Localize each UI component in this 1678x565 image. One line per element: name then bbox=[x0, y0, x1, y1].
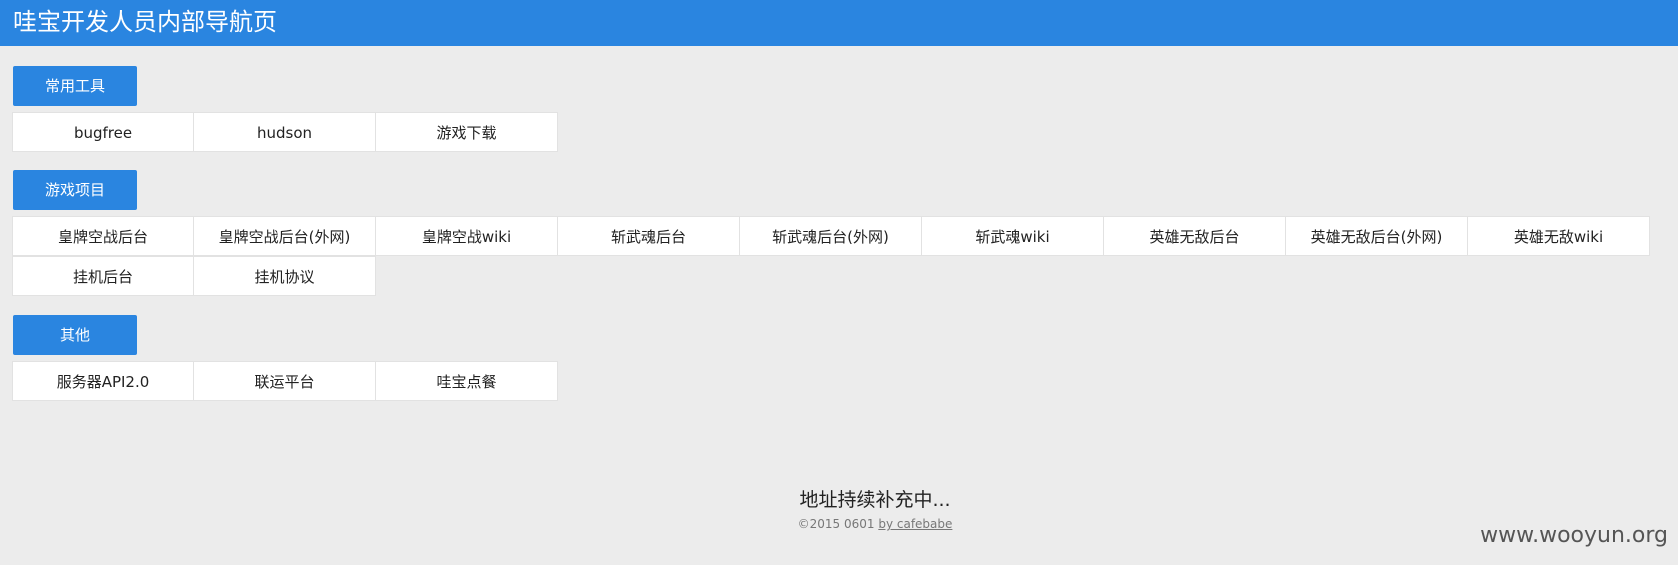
watermark-text: www.wooyun.org bbox=[1480, 523, 1668, 548]
link-heroes-wiki[interactable]: 英雄无敌wiki bbox=[1468, 216, 1650, 256]
link-idle-admin[interactable]: 挂机后台 bbox=[12, 256, 194, 296]
page-title: 哇宝开发人员内部导航页 bbox=[13, 8, 277, 36]
section-other-button[interactable]: 其他 bbox=[13, 315, 137, 355]
link-idle-protocol[interactable]: 挂机协议 bbox=[194, 256, 376, 296]
games-link-grid: 皇牌空战后台 皇牌空战后台(外网) 皇牌空战wiki 斩武魂后台 斩武魂后台(外… bbox=[12, 216, 1652, 296]
copyright-text: ©2015 0601 bbox=[797, 517, 875, 531]
link-server-api[interactable]: 服务器API2.0 bbox=[12, 361, 194, 401]
other-link-grid: 服务器API2.0 联运平台 哇宝点餐 bbox=[12, 361, 558, 401]
footer-copyright: ©2015 0601 by cafebabe bbox=[0, 516, 1678, 532]
top-header-bar: 哇宝开发人员内部导航页 bbox=[0, 0, 1678, 46]
link-zhanwuhun-admin[interactable]: 斩武魂后台 bbox=[558, 216, 740, 256]
link-game-download[interactable]: 游戏下载 bbox=[376, 112, 558, 152]
link-zhanwuhun-wiki[interactable]: 斩武魂wiki bbox=[922, 216, 1104, 256]
link-heroes-admin-external[interactable]: 英雄无敌后台(外网) bbox=[1286, 216, 1468, 256]
link-ace-combat-admin[interactable]: 皇牌空战后台 bbox=[12, 216, 194, 256]
link-hudson[interactable]: hudson bbox=[194, 112, 376, 152]
section-tools-button[interactable]: 常用工具 bbox=[13, 66, 137, 106]
section-games-button[interactable]: 游戏项目 bbox=[13, 170, 137, 210]
tools-link-grid: bugfree hudson 游戏下载 bbox=[12, 112, 558, 152]
link-heroes-admin[interactable]: 英雄无敌后台 bbox=[1104, 216, 1286, 256]
link-zhanwuhun-admin-external[interactable]: 斩武魂后台(外网) bbox=[740, 216, 922, 256]
footer-notice: 地址持续补充中... bbox=[799, 489, 951, 511]
link-bugfree[interactable]: bugfree bbox=[12, 112, 194, 152]
link-ace-combat-wiki[interactable]: 皇牌空战wiki bbox=[376, 216, 558, 256]
link-union-platform[interactable]: 联运平台 bbox=[194, 361, 376, 401]
link-ace-combat-admin-external[interactable]: 皇牌空战后台(外网) bbox=[194, 216, 376, 256]
link-wabao-order-food[interactable]: 哇宝点餐 bbox=[376, 361, 558, 401]
author-link[interactable]: by cafebabe bbox=[878, 517, 952, 531]
